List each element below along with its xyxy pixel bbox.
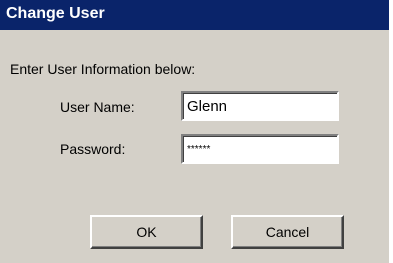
title-bar[interactable]: Change User xyxy=(0,0,389,30)
username-label: User Name: xyxy=(60,99,135,115)
cancel-button[interactable]: Cancel xyxy=(231,215,344,249)
password-label: Password: xyxy=(60,141,126,157)
ok-button[interactable]: OK xyxy=(90,215,203,249)
password-field[interactable] xyxy=(181,134,339,164)
change-user-dialog: Change User Enter User Information below… xyxy=(0,0,389,263)
username-field[interactable] xyxy=(181,91,339,121)
instruction-text: Enter User Information below: xyxy=(10,61,196,77)
dialog-title: Change User xyxy=(6,5,105,22)
